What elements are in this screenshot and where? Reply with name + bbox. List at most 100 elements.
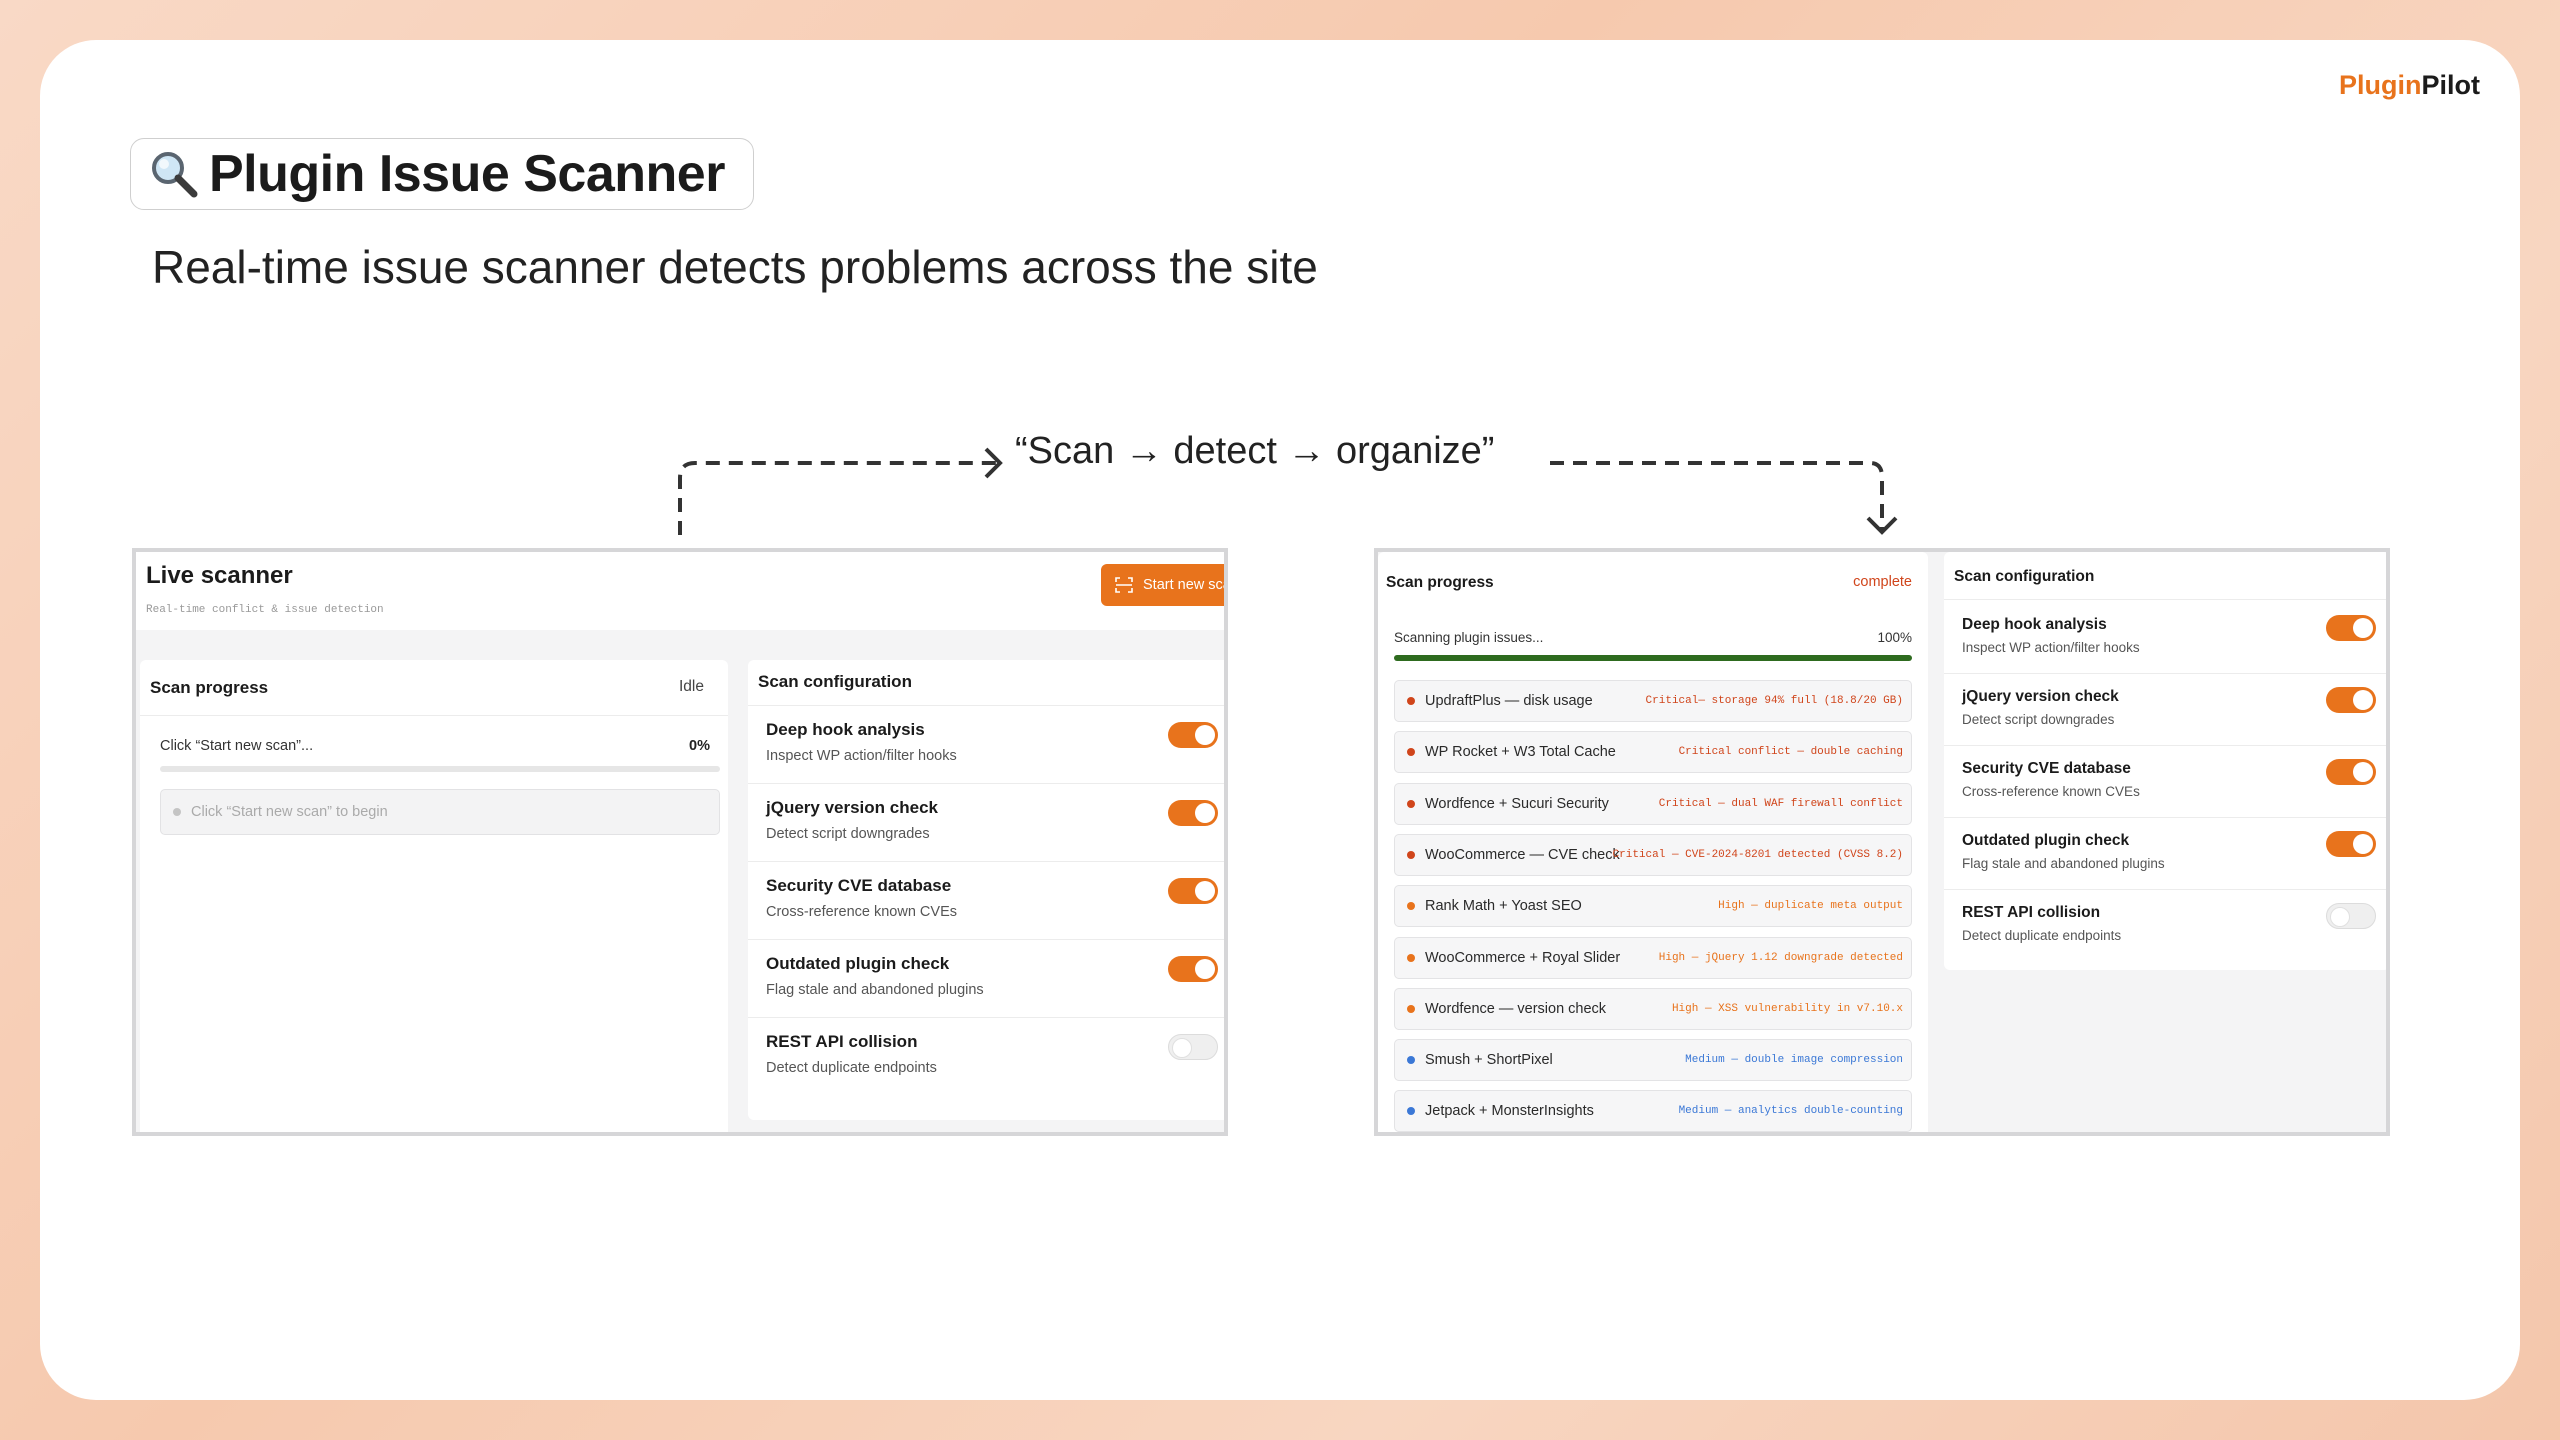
issue-row[interactable]: Jetpack + MonsterInsights Medium — analyt… [1394, 1090, 1912, 1132]
issue-row[interactable]: WooCommerce — CVE check Critical — CVE-20… [1394, 833, 1912, 876]
toggle-switch[interactable] [1168, 722, 1218, 748]
toggle-knob [2353, 618, 2373, 638]
slide: PluginPilot Plugin Issue Scanner Real-ti… [40, 40, 2520, 1400]
scan-config-heading: Scan configuration [1954, 568, 2095, 585]
config-item-title: jQuery version check [1962, 688, 2119, 705]
toggle-knob [2353, 762, 2373, 782]
page-subtitle: Real-time issue scanner detects problems… [152, 241, 1318, 293]
progress-label: Scanning plugin issues... [1394, 630, 1544, 645]
live-scanner-panel: Live scanner Real-time conflict & issue … [132, 548, 1228, 1136]
config-item-title: Deep hook analysis [766, 720, 925, 739]
scan-config-heading: Scan configuration [758, 672, 912, 691]
toggle-knob [1195, 881, 1215, 901]
progress-bar-fill [1394, 655, 1912, 661]
toggle-switch[interactable] [1168, 956, 1218, 982]
config-row: jQuery version check Detect script downgr… [1944, 674, 2386, 746]
issue-name: WP Rocket + W3 Total Cache [1425, 744, 1616, 761]
config-item-description: Flag stale and abandoned plugins [1962, 856, 2165, 871]
issue-row[interactable]: WP Rocket + W3 Total Cache Critical confl… [1394, 731, 1912, 774]
scan-results-panel: Scan progress complete Scanning plugin i… [1374, 548, 2390, 1136]
toggle-knob [1172, 1038, 1192, 1058]
scan-progress-heading: Scan progress [150, 678, 269, 697]
config-item-title: Security CVE database [766, 876, 952, 895]
severity-dot-icon [1407, 697, 1415, 705]
toggle-switch[interactable] [2326, 687, 2376, 713]
scan-icon [1115, 576, 1133, 594]
config-item-description: Detect script downgrades [1962, 712, 2115, 727]
scan-config-header: Scan configuration [748, 660, 1224, 706]
toggle-knob [1195, 803, 1215, 823]
config-item-title: Security CVE database [1962, 760, 2131, 777]
issue-row[interactable]: Wordfence + Sucuri Security Critical — du… [1394, 782, 1912, 825]
start-new-scan-button[interactable]: Start new scan [1101, 564, 1224, 606]
issue-name: WooCommerce — CVE check [1425, 846, 1620, 863]
scanner-subtitle: Real-time conflict & issue detection [146, 604, 384, 616]
placeholder-text: Click “Start new scan” to begin [191, 804, 388, 820]
config-item-description: Flag stale and abandoned plugins [766, 982, 984, 998]
magnifier-icon [149, 149, 199, 199]
page-title: Plugin Issue Scanner [209, 145, 725, 203]
start-new-scan-label: Start new scan [1143, 577, 1224, 593]
scan-config-card: Scan configuration Deep hook analysis Ins… [748, 660, 1224, 1120]
issue-status: High — duplicate meta output [1718, 900, 1903, 913]
issue-status: Critical — dual WAF firewall conflict [1658, 797, 1903, 810]
issue-name: WooCommerce + Royal Slider [1425, 949, 1621, 966]
issue-status: High — XSS vulnerability in v7.10.x [1671, 1002, 1903, 1015]
scan-status: Idle [679, 678, 704, 695]
toggle-switch[interactable] [2326, 903, 2376, 929]
flow-arrow-left [678, 461, 998, 535]
scan-progress-header: Scan progress Idle [140, 660, 728, 716]
issue-row[interactable]: WooCommerce + Royal Slider High — jQuery … [1394, 936, 1912, 979]
config-item-description: Inspect WP action/filter hooks [1962, 640, 2140, 655]
issue-status: High — jQuery 1.12 downgrade detected [1658, 951, 1903, 964]
scan-progress-card: Scan progress Idle Click “Start new scan… [140, 660, 728, 1132]
toggle-knob [1195, 725, 1215, 745]
severity-dot-icon [1407, 1004, 1415, 1013]
placeholder-dot-icon [173, 808, 181, 816]
title-box: Plugin Issue Scanner [130, 138, 754, 210]
config-item-description: Inspect WP action/filter hooks [766, 748, 957, 764]
scanner-title: Live scanner [146, 562, 293, 589]
progress-bar [160, 766, 720, 772]
config-row: REST API collision Detect duplicate endpo… [1944, 890, 2386, 962]
toggle-knob [1195, 959, 1215, 979]
severity-dot-icon [1407, 850, 1415, 859]
issue-status: Critical conflict — double caching [1678, 746, 1903, 759]
scan-config-card: Scan configuration Deep hook analysis Ins… [1944, 552, 2386, 970]
progress-percent: 0% [689, 738, 710, 754]
toggle-knob [2353, 834, 2373, 854]
toggle-switch[interactable] [2326, 831, 2376, 857]
issue-name: Jetpack + MonsterInsights [1425, 1103, 1594, 1120]
issue-status: Critical — CVE-2024-8201 detected (CVSS … [1612, 848, 1903, 861]
config-item-title: REST API collision [1962, 904, 2101, 921]
issue-name: Wordfence — version check [1425, 1000, 1607, 1017]
severity-dot-icon [1407, 1056, 1415, 1065]
scan-log-placeholder: Click “Start new scan” to begin [160, 789, 720, 835]
config-row: Security CVE database Cross-reference kno… [748, 862, 1224, 940]
progress-bar [1394, 655, 1912, 661]
toggle-switch[interactable] [1168, 1034, 1218, 1060]
toggle-knob [2353, 690, 2373, 710]
config-item-title: jQuery version check [766, 798, 938, 817]
toggle-switch[interactable] [2326, 759, 2376, 785]
config-item-description: Detect duplicate endpoints [766, 1060, 937, 1076]
brand-part-1: Plugin [2339, 70, 2422, 100]
issue-name: Wordfence + Sucuri Security [1425, 795, 1609, 812]
config-row: REST API collision Detect duplicate endpo… [748, 1018, 1224, 1096]
toggle-switch[interactable] [1168, 878, 1218, 904]
toggle-switch[interactable] [1168, 800, 1218, 826]
config-item-description: Cross-reference known CVEs [1962, 784, 2140, 799]
issue-row[interactable]: Smush + ShortPixel Medium — double image … [1394, 1039, 1912, 1082]
issue-row[interactable]: Wordfence — version check High — XSS vuln… [1394, 987, 1912, 1030]
severity-dot-icon [1407, 799, 1415, 808]
toggle-switch[interactable] [2326, 615, 2376, 641]
issue-status: Medium — double image compression [1685, 1054, 1903, 1067]
issue-name: Rank Math + Yoast SEO [1425, 898, 1582, 915]
severity-dot-icon [1407, 748, 1415, 757]
config-row: Outdated plugin check Flag stale and aban… [1944, 818, 2386, 890]
config-row: jQuery version check Detect script downgr… [748, 784, 1224, 862]
issue-row[interactable]: Rank Math + Yoast SEO High — duplicate me… [1394, 885, 1912, 928]
config-row: Deep hook analysis Inspect WP action/filt… [748, 706, 1224, 784]
issue-row[interactable]: UpdraftPlus — disk usage Critical— storag… [1394, 680, 1912, 722]
severity-dot-icon [1407, 902, 1415, 911]
